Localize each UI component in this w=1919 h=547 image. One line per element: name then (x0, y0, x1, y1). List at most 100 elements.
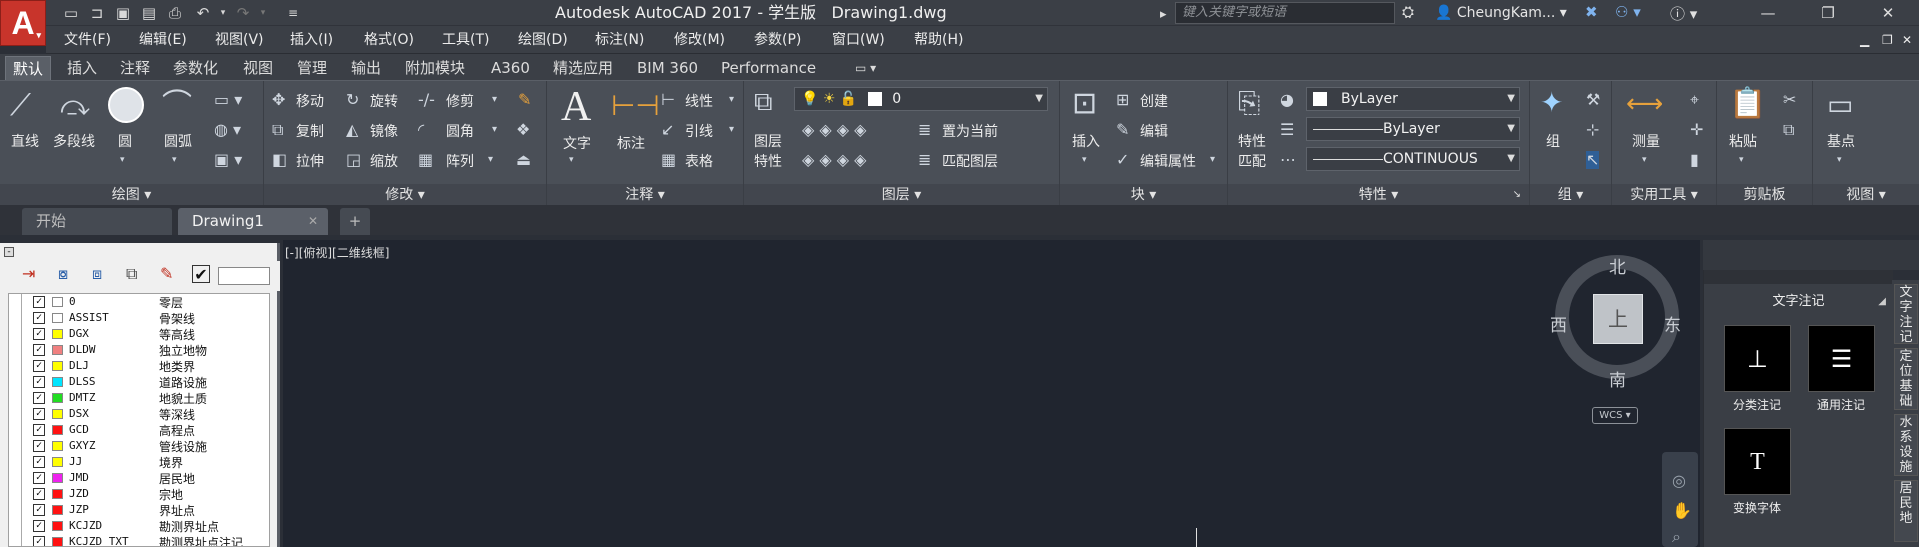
match-properties-label-2[interactable]: 匹配 (1238, 151, 1266, 171)
layer-row[interactable]: ✓ KCJZD_TXT 勘测界址点注记 (9, 534, 269, 546)
text-label[interactable]: 文字 (563, 133, 591, 153)
binoculars-icon[interactable]: ⛭ (1402, 3, 1414, 21)
panel-annotation-title[interactable]: 注释 ▾ (547, 184, 743, 206)
array-icon[interactable]: ▦ (418, 151, 433, 169)
layer-color-swatch[interactable] (52, 345, 63, 355)
trim-label[interactable]: 修剪 (446, 91, 474, 111)
compass-east[interactable]: 东 (1664, 311, 1681, 336)
undo-dropdown-icon[interactable]: ▾ (212, 3, 234, 23)
panel-draw-title[interactable]: 绘图 ▾ (0, 184, 263, 206)
scale-label[interactable]: 缩放 (370, 151, 398, 171)
layer-visibility-checkbox[interactable]: ✓ (33, 488, 45, 500)
wcs-menu[interactable]: WCS ▾ (1592, 407, 1638, 424)
tab-a360[interactable]: A360 (484, 56, 537, 80)
save-as-icon[interactable]: ▤ (138, 3, 160, 23)
menu-view[interactable]: 视图(V) (215, 26, 264, 54)
layer-visibility-checkbox[interactable]: ✓ (33, 456, 45, 468)
layer-row[interactable]: ✓ 0 零层 (9, 294, 269, 310)
layer-search-input[interactable] (218, 267, 270, 285)
layer-copy-icon[interactable]: ⧉ (126, 265, 137, 283)
group-edit-icon[interactable]: ⊹ (1586, 121, 1599, 139)
linear-dropdown-icon[interactable]: ▾ (729, 91, 734, 109)
copy-clip-icon[interactable]: ⧉ (1783, 121, 1794, 139)
panel-modify-title[interactable]: 修改 ▾ (264, 184, 546, 206)
move-label[interactable]: 移动 (296, 91, 324, 111)
layer-row[interactable]: ✓ GXYZ 管线设施 (9, 438, 269, 454)
paste-dropdown-icon[interactable]: ▾ (1739, 151, 1744, 169)
fillet-label[interactable]: 圆角 (446, 121, 474, 141)
redo-dropdown-icon[interactable]: ▾ (252, 3, 274, 23)
open-file-icon[interactable]: ⊐ (86, 3, 108, 23)
layer-off-icon[interactable]: ◈ ◈ ◈ ◈ (802, 121, 866, 139)
print-icon[interactable]: ⎙ (164, 3, 186, 23)
layer-color-swatch[interactable] (52, 505, 63, 515)
tab-view[interactable]: 视图 (236, 56, 280, 80)
edit-attributes-icon[interactable]: ✓ (1116, 151, 1129, 169)
array-dropdown-icon[interactable]: ▾ (488, 151, 493, 169)
layer-color-swatch[interactable] (52, 521, 63, 531)
panel-layers-title[interactable]: 图层 ▾ (744, 184, 1059, 206)
panel-utilities-title[interactable]: 实用工具 ▾ (1612, 184, 1716, 206)
edit-block-icon[interactable]: ✎ (1116, 121, 1129, 139)
layer-row[interactable]: ✓ DSX 等深线 (9, 406, 269, 422)
undo-icon[interactable]: ↶ (192, 3, 214, 23)
search-input[interactable]: ▸ 键入关键字或短语 (1160, 2, 1395, 24)
layer-visibility-checkbox[interactable]: ✓ (33, 408, 45, 420)
create-label[interactable]: 创建 (1140, 91, 1168, 111)
arc-label[interactable]: 圆弧 (164, 131, 192, 151)
base-view-icon[interactable]: ▭ (1827, 89, 1853, 121)
menu-file[interactable]: 文件(F) (64, 26, 111, 54)
dimension-icon[interactable]: ⊢⊣ (611, 89, 660, 123)
base-dropdown-icon[interactable]: ▾ (1837, 151, 1842, 169)
group-icon[interactable]: ✦ (1540, 87, 1563, 119)
menu-format[interactable]: 格式(O) (364, 26, 414, 54)
layer-color-swatch[interactable] (52, 361, 63, 371)
side-tab-positioning[interactable]: 定位基础 (1894, 348, 1918, 410)
set-current-icon[interactable]: ≣ (918, 121, 931, 139)
paste-icon[interactable]: 📋 (1729, 87, 1766, 121)
layer-isolate-icon[interactable]: ◈ ◈ ◈ ◈ (802, 151, 866, 169)
doc-close-icon[interactable]: ✕ (1902, 26, 1912, 54)
layer-dropdown[interactable]: 💡 ☀ 🔓 0 ▼ (794, 87, 1048, 111)
layer-row[interactable]: ✓ ASSIST 骨架线 (9, 310, 269, 326)
mirror-icon[interactable]: ◭ (346, 121, 358, 139)
layer-delete-icon[interactable]: ✎ (160, 265, 173, 283)
side-tab-text-notes[interactable]: 文字注记 (1894, 284, 1918, 345)
panel-view-title[interactable]: 视图 ▾ (1813, 184, 1919, 206)
new-file-icon[interactable]: ▭ (60, 3, 82, 23)
tab-start[interactable]: 开始 (22, 208, 172, 235)
layer-color-swatch[interactable] (52, 457, 63, 467)
tab-performance[interactable]: Performance (714, 56, 823, 80)
layer-color-swatch[interactable] (52, 377, 63, 387)
close-icon[interactable]: ✕ (308, 208, 318, 235)
zoom-icon[interactable]: ⌕ (1672, 528, 1681, 546)
menu-draw[interactable]: 绘图(D) (518, 26, 568, 54)
tab-output[interactable]: 输出 (344, 56, 388, 80)
change-font-tool[interactable]: T (1724, 428, 1791, 495)
checkbox-icon[interactable]: ✔ (192, 265, 210, 284)
classify-note-label[interactable]: 分类注记 (1712, 396, 1802, 413)
tab-drawing1[interactable]: Drawing1 ✕ (178, 208, 328, 235)
viewport-controls[interactable]: [-][俯视][二维线框] (285, 244, 389, 261)
panel-clipboard-title[interactable]: 剪贴板 (1717, 184, 1812, 206)
insert-block-icon[interactable]: ⊡ (1072, 87, 1097, 121)
layer-color-swatch[interactable] (52, 441, 63, 451)
help-icon[interactable]: ⓘ ▾ (1670, 3, 1697, 24)
layer-color-swatch[interactable] (52, 393, 63, 403)
dialog-launcher-icon[interactable]: ↘ (1513, 184, 1521, 206)
layer-row[interactable]: ✓ DMTZ 地貌土质 (9, 390, 269, 406)
tab-addins[interactable]: 附加模块 (398, 56, 472, 80)
menu-parametric[interactable]: 参数(P) (754, 26, 801, 54)
stretch-icon[interactable]: ◧ (272, 151, 287, 169)
trim-dropdown-icon[interactable]: ▾ (492, 91, 497, 109)
customize-toolbar-icon[interactable]: ≡ (282, 3, 304, 23)
text-icon[interactable]: A (561, 85, 591, 129)
set-current-label[interactable]: 置为当前 (942, 121, 998, 141)
layer-visibility-checkbox[interactable]: ✓ (33, 440, 45, 452)
color-dropdown[interactable]: ByLayer ▼ (1306, 87, 1520, 111)
layer-row[interactable]: ✓ DLJ 地类界 (9, 358, 269, 374)
layer-row[interactable]: ✓ DLSS 道路设施 (9, 374, 269, 390)
layer-properties-icon[interactable]: ⧉ (754, 87, 773, 117)
table-label[interactable]: 表格 (685, 151, 713, 171)
new-layer-icon[interactable]: ⇥ (22, 265, 35, 283)
